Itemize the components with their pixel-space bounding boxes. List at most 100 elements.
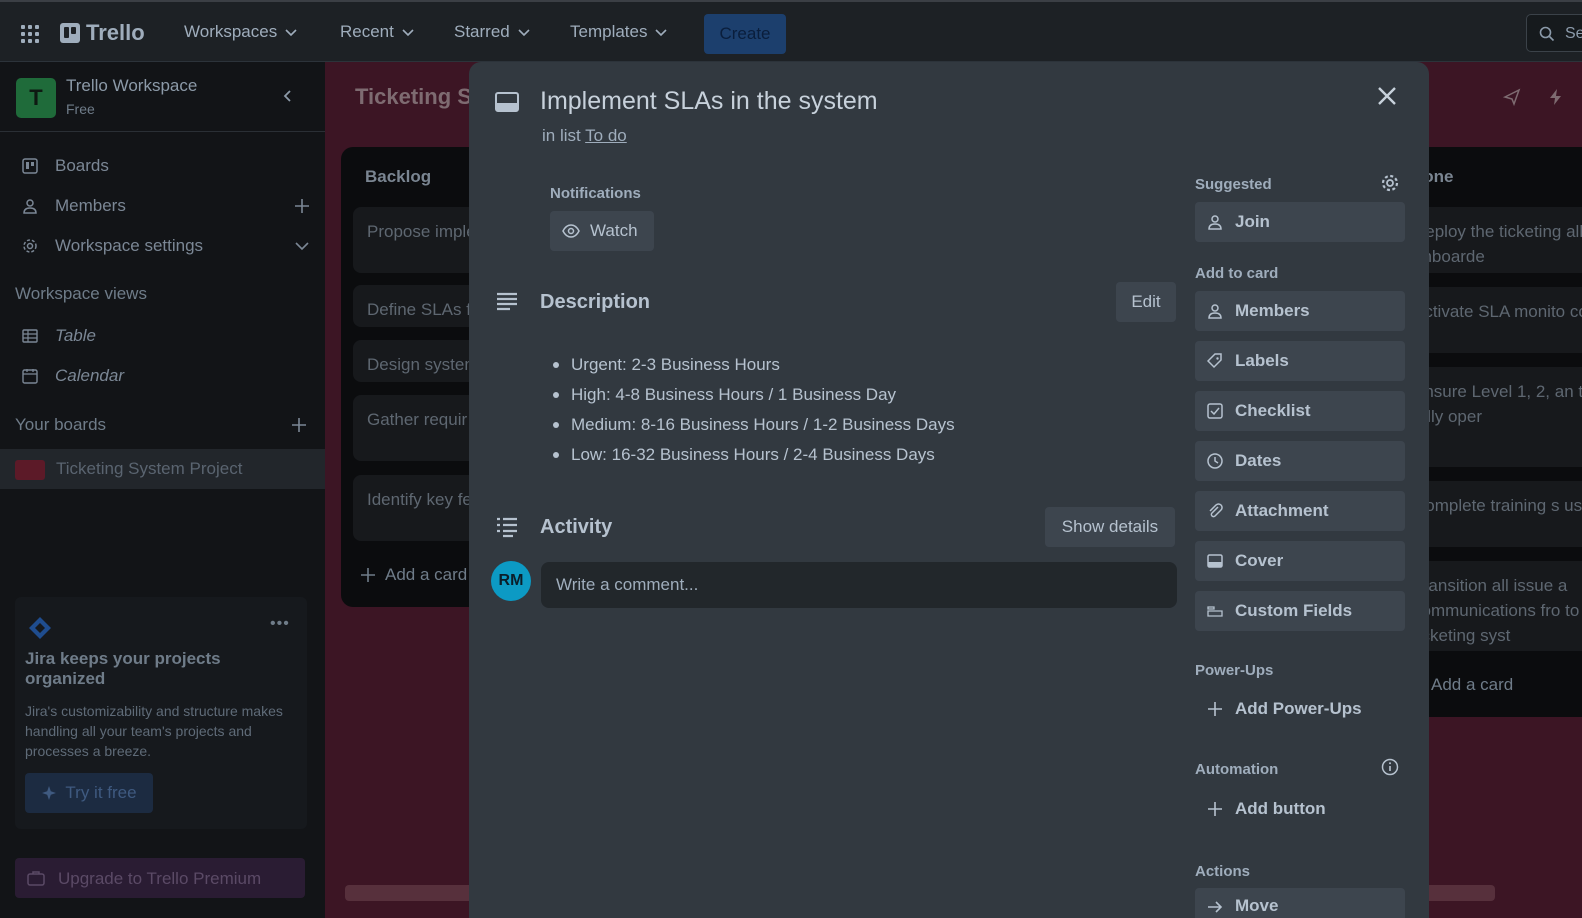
add-button-button[interactable]: Add button [1195, 789, 1405, 829]
cover-label: Cover [1235, 551, 1284, 570]
chevron-down-icon [655, 29, 668, 37]
trello-board-icon [22, 158, 38, 174]
tag-icon [1207, 353, 1222, 369]
trello-app: Trello Workspaces Recent Starred Templat… [0, 0, 1582, 918]
sidebar: T Trello Workspace Free Boards Members W… [0, 62, 325, 918]
chevron-down-icon[interactable] [294, 238, 310, 254]
members-button[interactable]: Members [1195, 291, 1405, 331]
suggested-label: Suggested [1195, 176, 1272, 193]
add-to-card-label: Add to card [1195, 265, 1279, 282]
nav-recent[interactable]: Recent [340, 22, 414, 42]
nav-recent-label: Recent [340, 22, 394, 41]
plus-icon[interactable] [294, 198, 310, 214]
try-it-free-button[interactable]: Try it free [25, 773, 153, 813]
sidebar-item-members[interactable]: Members [0, 188, 325, 224]
watch-button[interactable]: Watch [550, 211, 654, 251]
cover-icon [1207, 554, 1223, 568]
workspace-views-heading: Workspace views [15, 284, 147, 303]
show-details-button[interactable]: Show details [1045, 507, 1175, 547]
sidebar-item-label: Calendar [55, 366, 124, 385]
arrow-right-icon [1208, 901, 1223, 913]
card-detail-modal: Implement SLAs in the system in list To … [469, 62, 1429, 918]
labels-button[interactable]: Labels [1195, 341, 1405, 381]
description-item: Medium: 8-16 Business Hours / 1-2 Busine… [551, 410, 955, 440]
table-icon [22, 329, 38, 343]
chevron-left-icon[interactable] [280, 88, 296, 104]
trello-logo-text: Trello [86, 20, 145, 45]
in-list-prefix: in list [542, 126, 581, 145]
add-card-button[interactable]: Add a card [361, 565, 467, 585]
workspace-plan: Free [66, 101, 95, 117]
person-icon [23, 199, 37, 214]
jira-logo-icon [29, 617, 51, 639]
plus-icon[interactable] [291, 417, 307, 433]
attachment-button[interactable]: Attachment [1195, 491, 1405, 531]
powerups-label: Power-Ups [1195, 662, 1274, 679]
card-list-info: in list To do [542, 126, 627, 146]
join-button[interactable]: Join [1195, 202, 1405, 242]
chevron-down-icon [402, 29, 414, 37]
edit-description-button[interactable]: Edit [1116, 282, 1176, 322]
custom-fields-button[interactable]: Custom Fields [1195, 591, 1405, 631]
labels-label: Labels [1235, 351, 1289, 370]
list-link[interactable]: To do [585, 126, 627, 145]
clock-icon [1207, 453, 1223, 469]
description-content[interactable]: Urgent: 2-3 Business Hours High: 4-8 Bus… [551, 350, 955, 470]
board-title[interactable]: Ticketing S [355, 84, 472, 110]
comment-placeholder: Write a comment... [556, 575, 699, 594]
add-button-label: Add button [1235, 799, 1326, 818]
trello-logo[interactable]: Trello [60, 20, 145, 46]
search-input[interactable]: Se [1526, 14, 1582, 52]
person-icon [1208, 304, 1222, 319]
close-icon[interactable] [1375, 84, 1399, 108]
add-powerups-button[interactable]: Add Power-Ups [1195, 689, 1405, 729]
nav-workspaces[interactable]: Workspaces [184, 22, 297, 42]
sidebar-board-ticketing[interactable]: Ticketing System Project [0, 449, 325, 489]
board-label: Ticketing System Project [56, 459, 243, 478]
list-title[interactable]: Backlog [365, 167, 431, 187]
app-switcher-icon[interactable] [20, 24, 40, 44]
description-item: High: 4-8 Business Hours / 1 Business Da… [551, 380, 955, 410]
dates-button[interactable]: Dates [1195, 441, 1405, 481]
eye-icon [562, 224, 580, 238]
cover-button[interactable]: Cover [1195, 541, 1405, 581]
avatar[interactable]: RM [491, 561, 531, 601]
top-bar: Trello Workspaces Recent Starred Templat… [0, 0, 1582, 62]
more-options-icon[interactable]: ••• [270, 615, 290, 633]
plus-icon [1208, 702, 1222, 716]
upgrade-premium-button[interactable]: Upgrade to Trello Premium [15, 858, 305, 898]
nav-starred[interactable]: Starred [454, 22, 530, 42]
paperclip-icon [1209, 503, 1223, 518]
info-icon[interactable] [1381, 758, 1399, 776]
nav-starred-label: Starred [454, 22, 510, 41]
sidebar-item-label: Members [55, 196, 126, 215]
automation-label: Automation [1195, 761, 1279, 778]
show-details-label: Show details [1061, 517, 1159, 536]
sidebar-item-boards[interactable]: Boards [0, 148, 325, 184]
comment-input[interactable]: Write a comment... [541, 562, 1177, 608]
create-button[interactable]: Create [704, 14, 786, 54]
add-card-label: Add a card [385, 565, 468, 584]
sidebar-item-label: Workspace settings [55, 236, 204, 255]
sidebar-item-workspace-settings[interactable]: Workspace settings [0, 228, 325, 264]
workspace-avatar[interactable]: T [16, 78, 56, 118]
workspace-name[interactable]: Trello Workspace [66, 76, 197, 96]
members-label: Members [1235, 301, 1310, 320]
sidebar-item-table[interactable]: Table [0, 318, 325, 354]
add-powerups-label: Add Power-Ups [1235, 699, 1362, 718]
checkbox-icon [1207, 403, 1223, 419]
plus-icon [361, 568, 375, 582]
checklist-button[interactable]: Checklist [1195, 391, 1405, 431]
sidebar-item-calendar[interactable]: Calendar [0, 358, 325, 394]
lightning-icon[interactable] [1547, 88, 1565, 106]
gear-icon[interactable] [1381, 174, 1399, 192]
your-boards-heading: Your boards [15, 415, 107, 434]
move-button[interactable]: Move [1195, 888, 1405, 918]
card-title[interactable]: Implement SLAs in the system [540, 87, 878, 116]
activity-title: Activity [540, 516, 613, 538]
card-icon [495, 92, 519, 112]
promo-title: Jira keeps your projects organized [25, 649, 221, 688]
board-color-swatch [15, 460, 45, 480]
nav-templates[interactable]: Templates [570, 22, 668, 42]
send-icon[interactable] [1503, 88, 1521, 106]
